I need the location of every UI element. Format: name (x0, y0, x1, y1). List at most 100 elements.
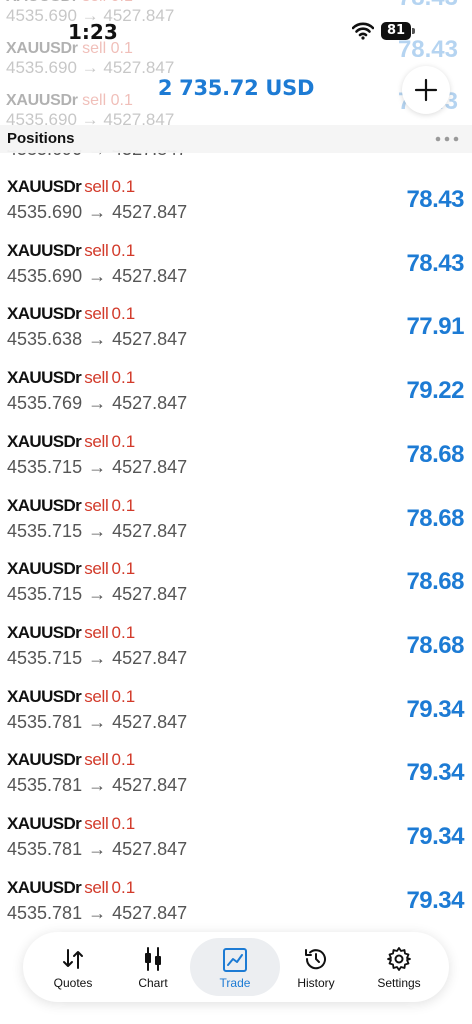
battery-indicator: 81 (381, 22, 411, 40)
position-symbol: XAUUSDr (7, 431, 82, 451)
position-symbol: XAUUSDr (7, 368, 82, 388)
position-volume: 0.1 (111, 240, 136, 260)
tab-label: Settings (377, 976, 421, 990)
open-price: 4535.781 (7, 711, 83, 732)
position-symbol: XAUUSDr (7, 559, 82, 579)
position-row[interactable]: XAUUSDr sell 0.1 4535.781 → 4527.847 79.34 (0, 878, 472, 930)
position-row[interactable]: XAUUSDr sell 0.1 4535.690 → 4527.847 78.43 (0, 241, 472, 305)
arrow-right-icon: → (88, 265, 107, 286)
arrow-right-icon: → (88, 202, 107, 222)
position-volume: 0.1 (111, 877, 136, 897)
position-row[interactable]: XAUUSDr sell 0.1 4535.638 → 4527.847 77.91 (0, 304, 472, 368)
position-side: sell (84, 495, 109, 515)
position-profit: 77.91 (406, 313, 464, 341)
position-row[interactable]: XAUUSDr sell 0.1 4535.715 → 4527.847 78.68 (0, 559, 472, 623)
tab-label: Quotes (53, 976, 93, 990)
position-side: sell (84, 686, 109, 706)
status-bar: 1:23 81 (0, 0, 472, 62)
position-symbol: XAUUSDr (7, 240, 82, 260)
open-price: 4535.715 (7, 647, 83, 668)
position-profit: 78.68 (406, 440, 464, 468)
position-profit: 78.68 (406, 631, 464, 659)
open-price: 4535.715 (7, 456, 83, 477)
position-row[interactable]: XAUUSDr sell 0.1 4535.715 → 4527.847 78.68 (0, 496, 472, 560)
current-price: 4527.847 (112, 647, 188, 668)
current-price: 4527.847 (112, 711, 188, 732)
position-volume: 0.1 (111, 559, 136, 579)
open-price: 4535.781 (7, 902, 83, 923)
position-symbol: XAUUSDr (7, 750, 82, 770)
current-price: 4527.847 (112, 584, 188, 605)
positions-title: Positions (7, 130, 75, 147)
plus-icon (414, 78, 438, 102)
position-profit: 78.68 (406, 568, 464, 596)
arrow-right-icon: → (88, 647, 107, 668)
arrow-right-icon: → (88, 711, 107, 732)
position-symbol: XAUUSDr (7, 814, 82, 833)
current-price: 4527.847 (112, 393, 188, 414)
current-price: 4527.847 (112, 839, 188, 859)
tab-chart[interactable]: Chart (113, 932, 193, 1002)
position-row[interactable]: XAUUSDr sell 0.1 4535.781 → 4527.847 79.34 (0, 687, 472, 751)
position-profit: 79.22 (406, 377, 464, 405)
arrow-right-icon: → (88, 584, 107, 605)
position-row[interactable]: XAUUSDr sell 0.1 4535.715 → 4527.847 78.68 (0, 623, 472, 687)
position-volume: 0.1 (111, 368, 136, 388)
current-price: 4527.847 (112, 775, 188, 796)
open-price: 4535.781 (7, 839, 83, 859)
position-volume: 0.1 (111, 622, 136, 642)
more-options-icon[interactable] (434, 131, 460, 147)
position-side: sell (84, 750, 109, 770)
arrow-right-icon: → (88, 839, 107, 859)
add-order-button[interactable] (402, 66, 450, 114)
position-side: sell (84, 559, 109, 579)
position-profit: 78.43 (406, 186, 464, 213)
arrow-right-icon: → (88, 775, 107, 796)
position-side: sell (84, 877, 109, 897)
open-price: 4535.690 (7, 202, 83, 222)
arrow-right-icon: → (88, 393, 107, 414)
position-symbol: XAUUSDr (7, 304, 82, 324)
tab-quotes[interactable]: Quotes (33, 932, 113, 1002)
position-side: sell (84, 814, 109, 833)
position-row[interactable]: XAUUSDr sell 0.1 4535.690 → 4527.847 78.43 (0, 177, 472, 241)
current-price: 4527.847 (112, 329, 188, 350)
tab-label: Chart (138, 976, 168, 990)
position-symbol: XAUUSDr (7, 495, 82, 515)
arrow-right-icon: → (88, 456, 107, 477)
open-price: 4535.781 (7, 775, 83, 796)
position-side: sell (84, 304, 109, 324)
arrow-right-icon: → (88, 329, 107, 350)
positions-list[interactable]: 4535.690→4527.847XAUUSDrsell0.14535.690→… (0, 150, 472, 930)
wifi-icon (351, 22, 375, 45)
position-symbol: XAUUSDr (7, 177, 82, 196)
tab-label: History (297, 976, 335, 990)
position-side: sell (84, 622, 109, 642)
position-row[interactable]: XAUUSDr sell 0.1 4535.781 → 4527.847 79.34 (0, 750, 472, 814)
position-volume: 0.1 (111, 750, 136, 770)
open-price: 4535.769 (7, 393, 83, 414)
position-symbol: XAUUSDr (7, 877, 82, 897)
tab-history[interactable]: History (276, 932, 356, 1002)
position-row-partial[interactable]: 4535.690→4527.847 (0, 150, 472, 178)
position-profit: 78.68 (406, 504, 464, 532)
position-side: sell (84, 431, 109, 451)
position-row[interactable]: XAUUSDr sell 0.1 4535.715 → 4527.847 78.68 (0, 432, 472, 496)
tab-settings[interactable]: Settings (359, 932, 439, 1002)
position-symbol: XAUUSDr (7, 622, 82, 642)
position-row[interactable]: XAUUSDr sell 0.1 4535.781 → 4527.847 79.34 (0, 814, 472, 878)
tab-trade[interactable]: Trade (190, 938, 280, 996)
current-price: 4527.847 (112, 456, 188, 477)
arrow-right-icon: → (88, 902, 107, 923)
position-volume: 0.1 (111, 177, 136, 196)
position-row[interactable]: XAUUSDr sell 0.1 4535.769 → 4527.847 79.22 (0, 368, 472, 432)
position-profit: 79.34 (406, 886, 464, 914)
position-side: sell (84, 240, 109, 260)
position-volume: 0.1 (111, 304, 136, 324)
position-profit: 79.34 (406, 695, 464, 723)
position-profit: 78.43 (406, 249, 464, 277)
position-volume: 0.1 (111, 431, 136, 451)
bottom-tab-bar: Quotes Chart Trade History Settings (23, 932, 449, 1002)
position-volume: 0.1 (111, 814, 136, 833)
history-icon (305, 949, 326, 970)
